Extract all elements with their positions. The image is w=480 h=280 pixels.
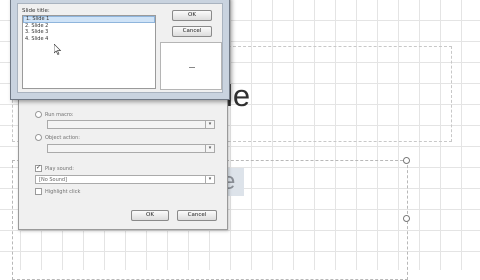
chevron-down-icon[interactable]: ▾ xyxy=(205,176,214,183)
hyperlink-to-slide-dialog: Slide title: 1. Slide 1 2. Slide 2 3. Sl… xyxy=(10,0,230,100)
chevron-down-icon[interactable]: ▾ xyxy=(205,145,214,152)
highlight-click-label: Highlight click xyxy=(45,188,81,195)
sound-select[interactable]: [No Sound] ▾ xyxy=(35,175,215,184)
run-macro-label: Run macro: xyxy=(45,111,74,118)
mouse-pointer-icon xyxy=(54,44,62,55)
dialog-body: Slide title: 1. Slide 1 2. Slide 2 3. Sl… xyxy=(17,3,223,93)
chevron-down-icon[interactable]: ▾ xyxy=(205,121,214,128)
run-macro-select[interactable]: ▾ xyxy=(47,120,215,129)
slide-title-label: Slide title: xyxy=(22,8,50,14)
action-ok-button[interactable]: OK xyxy=(131,210,169,221)
action-cancel-button[interactable]: Cancel xyxy=(177,210,217,221)
play-sound-label: Play sound: xyxy=(45,165,74,172)
object-action-label: Object action: xyxy=(45,134,80,141)
object-action-option[interactable]: Object action: xyxy=(35,134,80,141)
play-sound-checkbox[interactable] xyxy=(35,164,42,172)
highlight-click-option[interactable]: Highlight click xyxy=(35,188,80,195)
slide-ok-button[interactable]: OK xyxy=(172,10,212,21)
slide-cancel-button[interactable]: Cancel xyxy=(172,26,212,37)
resize-handle-right[interactable] xyxy=(403,215,410,222)
slide-title-listbox[interactable]: 1. Slide 1 2. Slide 2 3. Slide 3 4. Slid… xyxy=(22,15,156,89)
slide-list-item[interactable]: 4. Slide 4 xyxy=(23,36,155,43)
run-macro-radio[interactable] xyxy=(35,111,42,118)
highlight-click-checkbox[interactable] xyxy=(35,188,42,195)
resize-handle-top-right[interactable] xyxy=(403,157,410,164)
object-action-radio[interactable] xyxy=(35,134,42,141)
run-macro-option[interactable]: Run macro: xyxy=(35,111,74,118)
play-sound-option[interactable]: Play sound: xyxy=(35,164,74,172)
object-action-select[interactable]: ▾ xyxy=(47,144,215,153)
preview-title-mark xyxy=(189,67,195,68)
action-settings-dialog: Run macro: ▾ Object action: ▾ Play sound… xyxy=(18,80,228,230)
sound-value: [No Sound] xyxy=(39,177,68,183)
slide-preview xyxy=(160,42,222,90)
